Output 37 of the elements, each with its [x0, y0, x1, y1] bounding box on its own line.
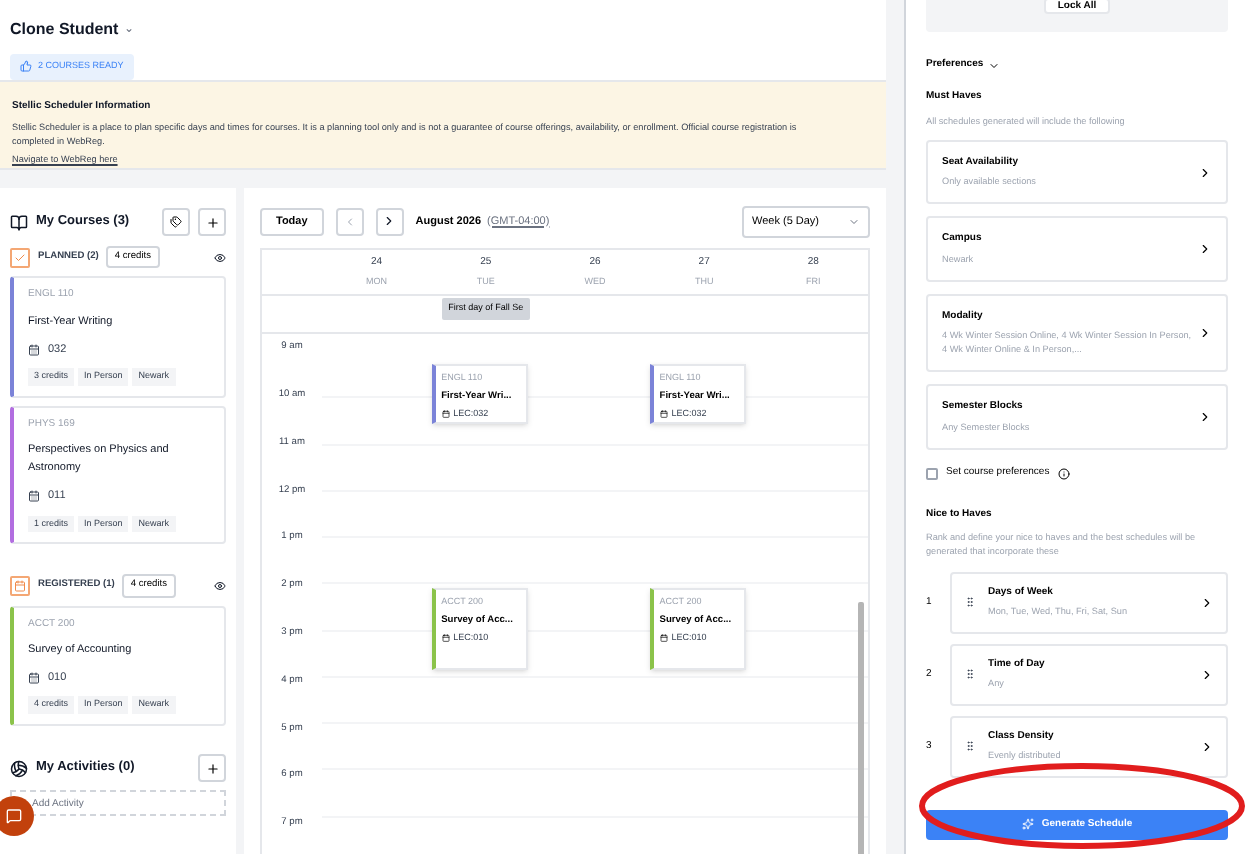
- chevron-right-icon: [1200, 595, 1214, 610]
- chevron-right-icon: [1198, 165, 1212, 180]
- group-icon: [10, 247, 30, 268]
- student-name[interactable]: Clone Student: [10, 18, 119, 42]
- info-icon[interactable]: [1057, 467, 1070, 480]
- chevron-down-icon: [848, 215, 860, 228]
- group-icon: [10, 575, 30, 596]
- chevron-right-icon: [1198, 410, 1212, 425]
- add-course-button[interactable]: [198, 208, 226, 237]
- sparkle-icon: [1021, 818, 1034, 831]
- add-activity-button[interactable]: [198, 754, 226, 783]
- calendar-icon: [441, 634, 450, 643]
- chevron-right-icon: [1198, 326, 1212, 341]
- scrollbar[interactable]: [858, 602, 864, 854]
- thumbs-up-icon: [20, 60, 32, 73]
- book-icon: [10, 213, 28, 232]
- chevron-right-icon: [382, 214, 397, 229]
- tag-button[interactable]: [162, 208, 190, 237]
- calendar-icon: [441, 410, 450, 419]
- chevron-right-icon: [1200, 667, 1214, 682]
- calendar-icon: [28, 672, 40, 685]
- tag-icon: [170, 216, 182, 229]
- eye-icon[interactable]: [214, 251, 226, 264]
- plus-icon: [205, 761, 219, 776]
- chevron-left-icon: [343, 215, 356, 228]
- ball-icon: [10, 759, 28, 778]
- chevron-right-icon: [1200, 739, 1214, 754]
- calendar-icon: [659, 634, 668, 643]
- eye-icon[interactable]: [214, 579, 226, 592]
- calendar-icon: [28, 490, 40, 503]
- chevron-right-icon: [1198, 242, 1212, 257]
- preferences-checkbox[interactable]: [926, 467, 938, 480]
- chat-icon: [6, 808, 22, 824]
- calendar-icon: [659, 410, 668, 419]
- plus-icon: [205, 215, 219, 230]
- calendar-icon: [28, 343, 40, 356]
- chevron-down-icon[interactable]: [987, 59, 1000, 72]
